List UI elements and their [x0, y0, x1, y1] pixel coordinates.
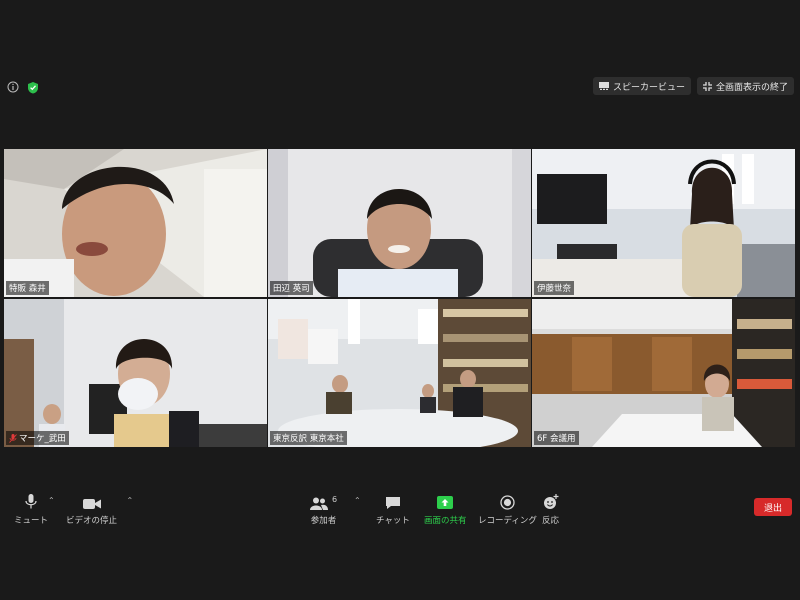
participant-video-3 — [532, 149, 795, 297]
video-tile-1[interactable]: 特販 森井 — [4, 149, 267, 297]
shield-icon[interactable] — [26, 80, 40, 94]
participant-nameplate-4: マーケ_武田 — [6, 431, 69, 445]
video-tile-6[interactable]: 6F 会議用 — [532, 299, 795, 447]
chat-button[interactable]: チャット — [376, 488, 410, 526]
share-screen-label: 画面の共有 — [424, 516, 467, 526]
chat-icon — [385, 497, 400, 509]
participants-label: 参加者 — [310, 516, 337, 526]
participant-nameplate-6: 6F 会議用 — [534, 431, 579, 445]
mute-label: ミュート — [14, 516, 49, 526]
participant-nameplate-1: 特販 森井 — [6, 281, 49, 295]
microphone-icon — [25, 494, 37, 509]
participants-options-chevron-icon[interactable]: ⌃ — [354, 496, 361, 505]
participant-nameplate-5: 東京反訳 東京本社 — [270, 431, 347, 445]
participant-nameplate-3: 伊藤世奈 — [534, 281, 575, 295]
video-options-chevron-icon[interactable]: ⌃ — [127, 496, 134, 505]
video-tile-3[interactable]: 伊藤世奈 — [532, 149, 795, 297]
mute-options-chevron-icon[interactable]: ⌃ — [48, 496, 55, 505]
participants-icon — [310, 497, 328, 510]
participants-count: 6 — [332, 495, 338, 504]
participant-name-4: マーケ_武田 — [19, 434, 66, 444]
video-tile-2[interactable]: 田辺 英司 — [268, 149, 531, 297]
view-controls: スピーカービュー 全画面表示の終了 — [592, 77, 794, 95]
reactions-label: 反応 — [542, 516, 560, 526]
record-label: レコーディング — [478, 516, 537, 526]
exit-fullscreen-icon — [702, 81, 712, 91]
meeting-toolbar: ⌃ ミュート ⌃ ビデオの停止 6 ⌃ 参加者 チャット 画面の共有 レコーディ… — [0, 488, 800, 532]
share-screen-button[interactable]: 画面の共有 — [424, 488, 467, 526]
mute-button[interactable]: ⌃ ミュート — [14, 488, 55, 526]
record-button[interactable]: レコーディング — [478, 488, 537, 526]
video-tile-4[interactable]: マーケ_武田 — [4, 299, 267, 447]
video-grid: 特販 森井 田辺 英司 伊藤世奈 マーケ_武田 東京反訳 東京本社 6F 会議用 — [4, 149, 796, 449]
participant-video-1 — [4, 149, 267, 297]
speaker-view-label: スピーカービュー — [612, 82, 685, 93]
share-screen-icon — [437, 496, 454, 509]
participant-name-3: 伊藤世奈 — [537, 284, 572, 294]
stop-video-label: ビデオの停止 — [66, 516, 118, 526]
participant-video-6 — [532, 299, 795, 447]
video-tile-5[interactable]: 東京反訳 東京本社 — [268, 299, 531, 447]
participant-nameplate-2: 田辺 英司 — [270, 281, 313, 295]
reactions-button[interactable]: 反応 — [542, 488, 559, 526]
leave-meeting-button[interactable]: 退出 — [754, 498, 792, 516]
participant-name-1: 特販 森井 — [9, 284, 46, 294]
speaker-view-button[interactable]: スピーカービュー — [592, 77, 691, 95]
participant-video-4 — [4, 299, 267, 447]
video-camera-icon — [82, 499, 101, 509]
meeting-info-area — [6, 80, 40, 94]
reaction-emoji-icon — [543, 494, 558, 509]
exit-fullscreen-label: 全画面表示の終了 — [715, 82, 788, 93]
participant-video-2 — [268, 149, 531, 297]
participant-name-5: 東京反訳 東京本社 — [273, 434, 344, 444]
chat-label: チャット — [376, 516, 410, 526]
participant-name-6: 6F 会議用 — [537, 434, 576, 444]
exit-fullscreen-button[interactable]: 全画面表示の終了 — [696, 77, 794, 95]
participant-name-2: 田辺 英司 — [273, 284, 310, 294]
participants-button[interactable]: 6 ⌃ 参加者 — [310, 488, 361, 526]
participant-video-5 — [268, 299, 531, 447]
stop-video-button[interactable]: ⌃ ビデオの停止 — [66, 488, 133, 526]
record-icon — [500, 495, 515, 510]
speaker-view-icon — [598, 82, 609, 90]
muted-mic-icon — [9, 433, 17, 443]
info-icon[interactable] — [6, 80, 20, 94]
